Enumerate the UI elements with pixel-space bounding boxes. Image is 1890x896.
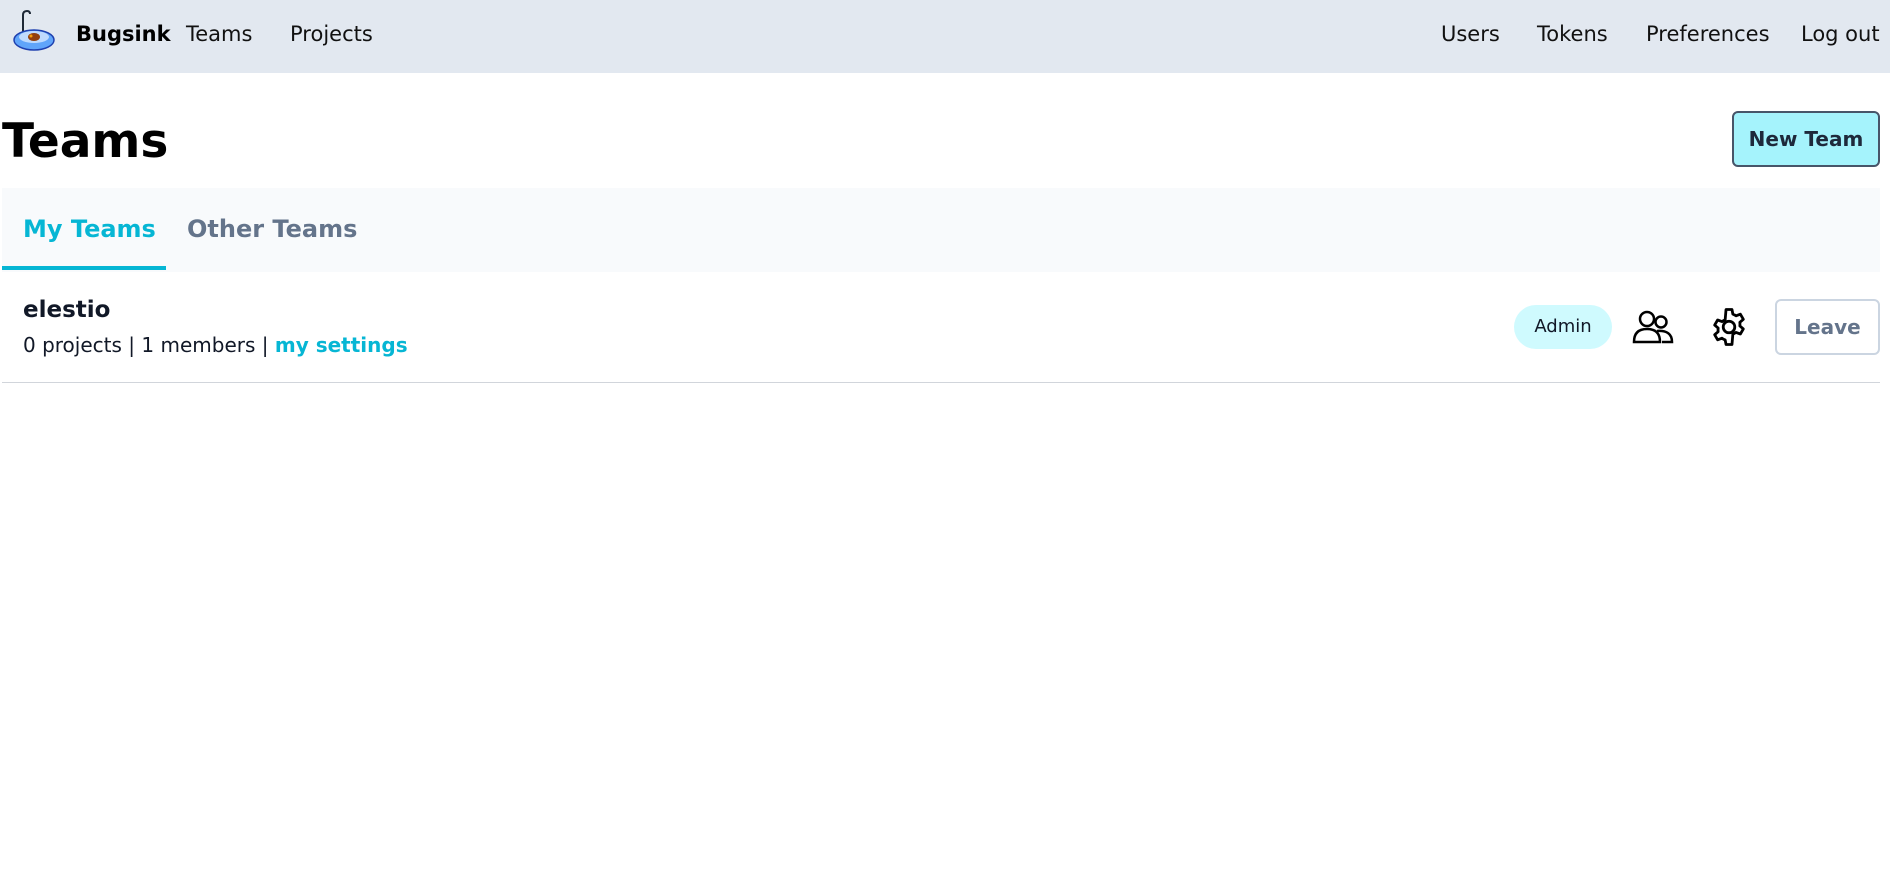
gear-icon[interactable]	[1708, 306, 1750, 348]
team-member-count: 1 members	[141, 333, 256, 357]
tab-bar: My Teams Other Teams	[2, 188, 1880, 272]
new-team-button[interactable]: New Team	[1732, 111, 1880, 167]
nav-link-logout[interactable]: Log out	[1801, 22, 1880, 46]
meta-separator: |	[128, 333, 136, 357]
my-settings-link[interactable]: my settings	[275, 333, 408, 357]
team-project-count: 0 projects	[23, 333, 122, 357]
users-icon[interactable]	[1632, 306, 1674, 348]
active-tab-indicator	[2, 266, 166, 270]
nav-link-teams[interactable]: Teams	[186, 22, 252, 46]
leave-team-button[interactable]: Leave	[1775, 299, 1880, 355]
page-title: Teams	[2, 114, 169, 169]
nav-link-preferences[interactable]: Preferences	[1646, 22, 1770, 46]
top-navbar: Bugsink Teams Projects Users Tokens Pref…	[0, 0, 1890, 73]
brand-name[interactable]: Bugsink	[76, 22, 171, 46]
meta-separator: |	[261, 333, 269, 357]
role-badge: Admin	[1514, 305, 1612, 349]
nav-link-tokens[interactable]: Tokens	[1537, 22, 1608, 46]
team-row: elestio 0 projects | 1 members | my sett…	[2, 272, 1880, 383]
nav-link-users[interactable]: Users	[1441, 22, 1500, 46]
team-name: elestio	[23, 297, 111, 323]
tab-other-teams[interactable]: Other Teams	[187, 215, 357, 243]
bugsink-logo-icon[interactable]	[12, 10, 58, 56]
team-meta: 0 projects | 1 members | my settings	[23, 333, 408, 357]
nav-link-projects[interactable]: Projects	[290, 22, 373, 46]
tab-my-teams[interactable]: My Teams	[23, 215, 156, 243]
